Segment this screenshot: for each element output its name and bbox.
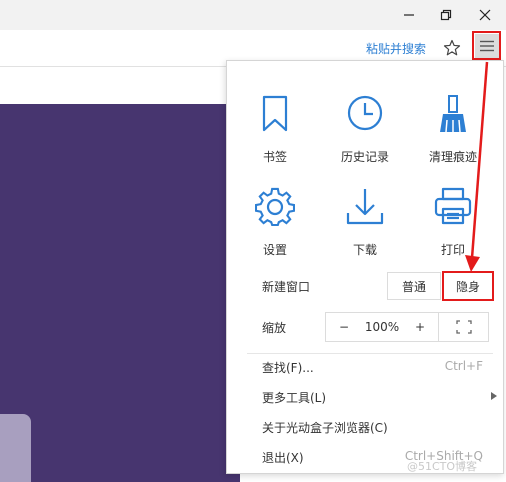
- annotation-arrow: [465, 61, 489, 272]
- watermark: @51CTO博客: [407, 460, 478, 473]
